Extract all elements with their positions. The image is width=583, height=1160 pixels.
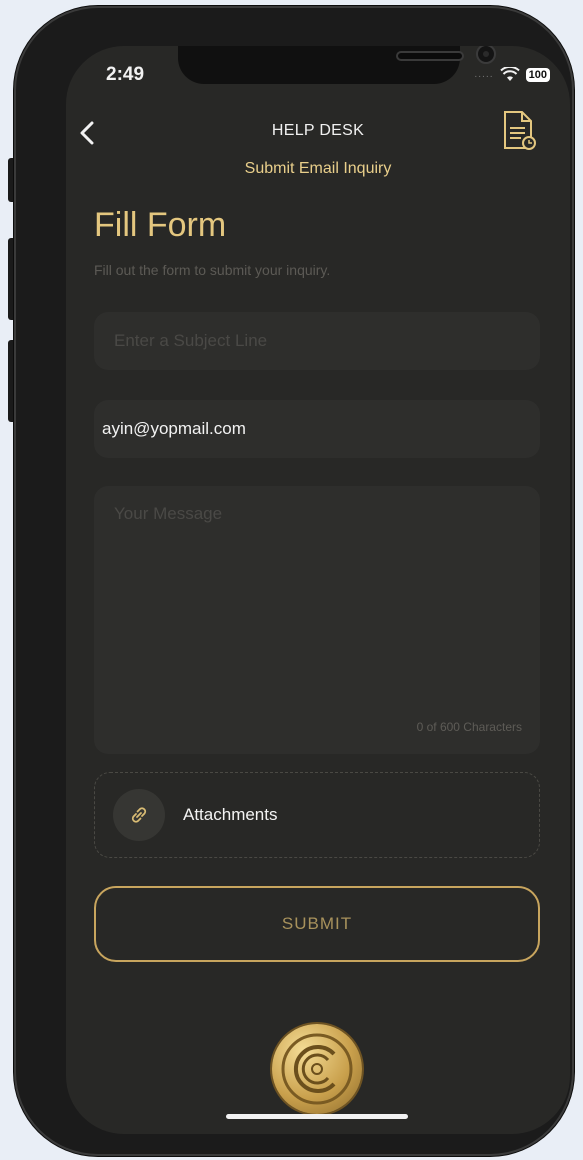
status-indicators: ..... 100 [474, 67, 550, 82]
front-camera [476, 46, 496, 64]
character-counter: 0 of 600 Characters [416, 720, 522, 734]
signal-dots: ..... [474, 69, 494, 80]
attachment-icon-circle [113, 789, 165, 841]
logo-emblem-icon [281, 1033, 353, 1105]
submit-button[interactable]: SUBMIT [94, 886, 540, 962]
subject-input[interactable] [112, 330, 526, 352]
email-field[interactable] [94, 400, 540, 458]
speaker [396, 51, 464, 61]
page-subtitle: Submit Email Inquiry [244, 160, 392, 177]
email-input[interactable] [100, 418, 538, 440]
link-icon [131, 807, 147, 823]
status-time: 2:49 [106, 64, 145, 85]
notch [178, 46, 496, 84]
brand-logo [272, 1024, 362, 1114]
attachments-button[interactable]: Attachments [94, 772, 540, 858]
app-screen: 2:49 ..... 100 HELP DESK Submit Email In… [66, 46, 570, 1134]
form-description: Fill out the form to submit your inquiry… [94, 262, 331, 278]
home-indicator[interactable] [226, 1114, 408, 1119]
message-field[interactable]: 0 of 600 Characters [94, 486, 540, 754]
page-title: HELP DESK [271, 122, 365, 139]
message-textarea[interactable] [112, 502, 526, 706]
document-clock-icon [504, 111, 536, 150]
attachments-label: Attachments [183, 805, 278, 824]
phone-frame: 2:49 ..... 100 HELP DESK Submit Email In… [14, 6, 574, 1156]
form-title: Fill Form [94, 206, 227, 244]
battery-indicator: 100 [525, 67, 550, 82]
wifi-icon [499, 67, 520, 81]
inquiry-history-button[interactable] [502, 110, 538, 152]
phone-device: 2:49 ..... 100 HELP DESK Submit Email In… [0, 0, 583, 1160]
subject-field[interactable] [94, 312, 540, 370]
